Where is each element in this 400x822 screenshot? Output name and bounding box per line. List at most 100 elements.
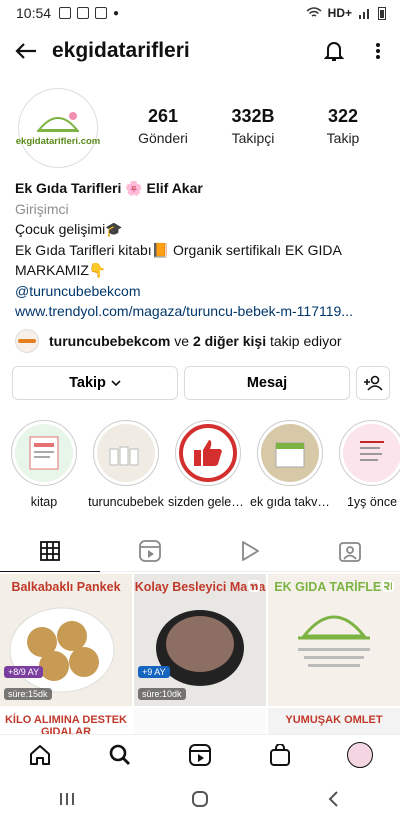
profile-actions: Takip Mesaj [12, 366, 390, 400]
nav-profile[interactable] [340, 735, 380, 775]
app-icon [95, 7, 108, 19]
home-system-button[interactable] [180, 779, 220, 819]
top-bar: ekgidatarifleri [0, 28, 400, 74]
nav-profile-avatar [347, 741, 373, 768]
post-thumbnail[interactable]: KİLO ALIMINA DESTEK GIDALAR [0, 708, 132, 734]
message-button-label: Mesaj [246, 375, 288, 391]
followed-by-row[interactable]: turuncubebekcom ve 2 diğer kişi takip ed… [15, 329, 390, 353]
post-thumbnail[interactable]: YUMUŞAK OMLET [268, 708, 400, 734]
nav-search[interactable] [100, 735, 140, 775]
highlight-ring [175, 420, 241, 486]
recent-apps-button[interactable] [47, 779, 87, 819]
profile-header: ekgidatarifleri.com 261 Gönderi 332B Tak… [0, 88, 400, 174]
stat-following-label: Takip [326, 130, 360, 146]
profile-bio: Ek Gıda Tarifleri 🌸 Elif Akar Girişimci … [15, 178, 390, 322]
nav-reels[interactable] [180, 735, 220, 775]
stat-posts-label: Gönderi [138, 130, 188, 146]
signal-icon [359, 9, 369, 19]
highlight-ring [11, 420, 77, 486]
highlight-item[interactable]: turuncubebek [88, 420, 164, 512]
highlight-item[interactable]: 1yş önce [336, 420, 400, 512]
highlight-label: kitap [30, 495, 58, 509]
post-thumbnail[interactable]: Balkabaklı Pankek +8/9 AY süre:15dk [0, 574, 132, 706]
nav-shop[interactable] [260, 735, 300, 775]
highlight-item[interactable]: ek gıda takvi... [250, 420, 330, 512]
posts-grid: Balkabaklı Pankek +8/9 AY süre:15dk Kola… [0, 574, 400, 734]
cloche-logo-icon [36, 111, 80, 132]
chevron-down-icon [111, 380, 121, 386]
suggested-users-button[interactable] [356, 366, 390, 400]
notification-icon [77, 7, 90, 19]
highlight-ring [257, 420, 323, 486]
stat-followers-value: 332B [231, 106, 275, 126]
stat-followers-label: Takipçi [231, 130, 275, 146]
post-duration: süre:10dk [138, 688, 186, 700]
battery-icon [378, 7, 386, 20]
followed-by-text: turuncubebekcom ve 2 diğer kişi takip ed… [49, 333, 342, 349]
tab-tagged[interactable] [300, 530, 400, 571]
avatar-brand-text: ekgidatarifleri.com [15, 135, 101, 147]
cloche-logo-icon [298, 615, 370, 667]
highlight-cover-calendar [261, 424, 319, 482]
follow-button[interactable]: Takip [12, 366, 178, 400]
status-bar: 10:54 ● HD+ [0, 0, 400, 26]
highlight-label: sizden gelen... [168, 495, 248, 509]
follower-logo-icon [18, 339, 36, 343]
bio-line-1: Çocuk gelişimi🎓 [15, 221, 123, 237]
bio-mention-link[interactable]: @turuncubebekcom [15, 281, 390, 302]
post-age-badge: +8/9 AY [4, 666, 44, 678]
highlight-item[interactable]: kitap [8, 420, 80, 512]
highlight-cover-thumbs [179, 424, 237, 482]
products-icon [109, 446, 139, 466]
post-duration: süre:15dk [4, 688, 52, 700]
tagged-person-icon [339, 541, 361, 562]
highlight-ring [339, 420, 400, 486]
notifications-button[interactable] [312, 28, 356, 74]
post-thumbnail[interactable] [134, 708, 266, 734]
calendar-icon [275, 442, 305, 468]
post-thumbnail[interactable]: Kolay Besleyici Mama +9 AY süre:10dk [134, 574, 266, 706]
profile-avatar[interactable]: ekgidatarifleri.com [15, 88, 101, 168]
list-icon [360, 441, 384, 461]
nav-home[interactable] [20, 735, 60, 775]
tab-videos[interactable] [200, 530, 300, 571]
wifi-icon [306, 7, 322, 17]
profile-content-tabs [0, 530, 400, 572]
reels-icon [139, 539, 161, 562]
stat-posts-value: 261 [147, 106, 179, 126]
tab-posts-grid[interactable] [0, 530, 100, 572]
chevron-left-icon [328, 791, 339, 807]
message-button[interactable]: Mesaj [184, 366, 350, 400]
back-button[interactable] [0, 28, 52, 74]
followed-by-others: 2 diğer kişi [192, 333, 267, 349]
pot-icon [156, 610, 244, 686]
highlight-cover-book [15, 424, 73, 482]
highlight-cover-products [97, 424, 155, 482]
more-options-button[interactable] [356, 28, 400, 74]
pancake-plate-icon [9, 607, 115, 693]
followed-by-user: turuncubebekcom [49, 333, 171, 349]
highlight-cover-list [343, 424, 400, 482]
book-cover-icon [29, 436, 59, 470]
stat-following-value: 322 [327, 106, 359, 126]
post-thumbnail[interactable]: EK GIDA TARİFLERİ [268, 574, 400, 706]
thumbs-up-icon [194, 440, 222, 466]
tab-reels[interactable] [100, 530, 200, 571]
follow-button-label: Takip [69, 375, 106, 391]
bio-line-2: Ek Gıda Tarifleri kitabı📙 Organik sertif… [15, 241, 342, 258]
search-icon [109, 744, 130, 765]
bio-website-link[interactable]: www.trendyol.com/magaza/turuncu-bebek-m-… [15, 301, 385, 322]
back-system-button[interactable] [313, 779, 353, 819]
bottom-navigation [0, 734, 400, 774]
stat-followers[interactable]: 332B Takipçi [208, 106, 298, 146]
profile-username-title: ekgidatarifleri [52, 39, 190, 62]
highlight-label: ek gıda takvi... [250, 495, 330, 509]
stat-posts[interactable]: 261 Gönderi [118, 106, 208, 146]
shopping-bag-icon [270, 743, 290, 766]
stat-following[interactable]: 322 Takip [298, 106, 388, 146]
recent-apps-icon [59, 793, 74, 805]
more-vertical-icon [376, 43, 380, 59]
system-navigation-bar [0, 776, 400, 822]
status-notification-icons: ● [59, 7, 119, 19]
highlight-item[interactable]: sizden gelen... [168, 420, 248, 512]
